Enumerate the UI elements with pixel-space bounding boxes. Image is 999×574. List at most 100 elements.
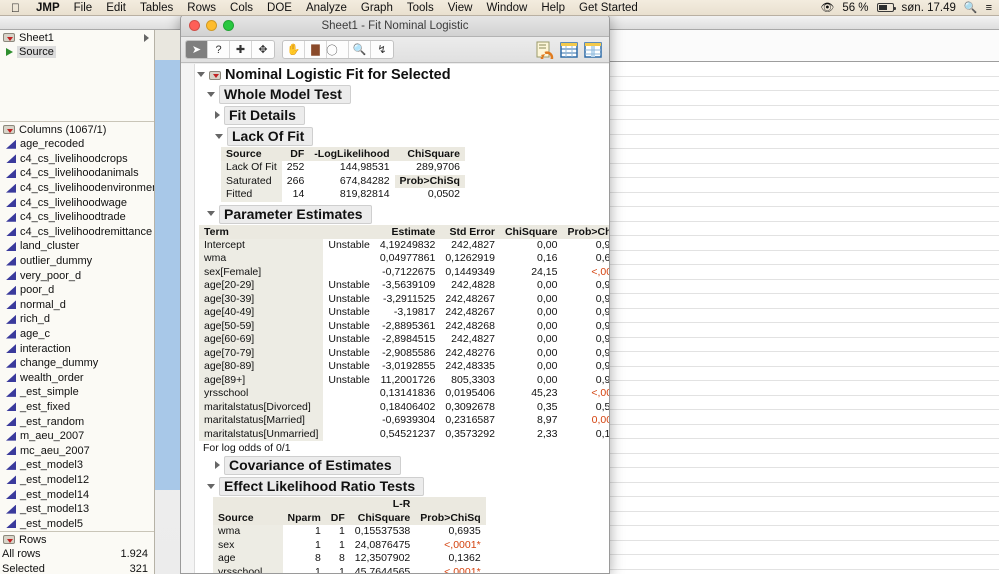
toolbar-right-icons[interactable] [535, 40, 605, 60]
menu-item-doe[interactable]: DOE [260, 0, 299, 16]
window-toolbar[interactable]: ➤ ? ✚ ✥ ✋ ▇ ⃝ 🔍 ↯ [181, 37, 609, 63]
cell-prob: 0,5517 [562, 401, 609, 415]
column-list-item[interactable]: _est_simple [0, 385, 154, 400]
column-list-item[interactable]: rich_d [0, 312, 154, 327]
eye-icon[interactable]: 👁 [820, 1, 834, 14]
column-list-item[interactable]: mc_aeu_2007 [0, 443, 154, 458]
menu-item-analyze[interactable]: Analyze [299, 0, 354, 16]
column-list-item[interactable]: m_aeu_2007 [0, 429, 154, 444]
chevron-right-icon[interactable] [215, 111, 220, 119]
close-button[interactable] [189, 20, 200, 31]
brush-tool[interactable]: ▇ [305, 41, 327, 58]
toolbar-group-tools[interactable]: ✋ ▇ ⃝ 🔍 ↯ [282, 40, 394, 59]
red-triangle-icon[interactable] [209, 71, 221, 80]
whole-model-test-header[interactable]: Whole Model Test [195, 84, 609, 105]
green-run-triangle[interactable] [6, 48, 13, 56]
menu-item-view[interactable]: View [441, 0, 480, 16]
columns-header[interactable]: Columns (1067/1) [0, 122, 154, 137]
column-list-item[interactable]: _est_fixed [0, 400, 154, 415]
chevron-right-icon[interactable] [215, 461, 220, 469]
chevron-down-icon[interactable] [207, 484, 215, 489]
menu-item-tools[interactable]: Tools [400, 0, 441, 16]
effect-lr-tests-header[interactable]: Effect Likelihood Ratio Tests [195, 476, 609, 497]
list-icon[interactable]: ≡ [986, 2, 992, 14]
red-triangle-icon[interactable] [3, 33, 15, 42]
menu-item-window[interactable]: Window [479, 0, 534, 16]
annotate-tool[interactable]: ↯ [371, 41, 393, 58]
source-item[interactable]: Source [0, 45, 154, 60]
column-list-item[interactable]: age_recoded [0, 137, 154, 152]
lack-of-fit-header[interactable]: Lack Of Fit [195, 126, 609, 147]
columns-list[interactable]: age_recodedc4_cs_livelihoodcropsc4_cs_li… [0, 137, 154, 531]
red-triangle-icon[interactable] [3, 535, 15, 544]
search-icon[interactable]: 🔍 [964, 1, 978, 14]
sheet-header[interactable]: Sheet1 [0, 30, 154, 45]
column-list-item[interactable]: _est_model12 [0, 473, 154, 488]
column-list-item[interactable]: _est_random [0, 414, 154, 429]
menu-item-help[interactable]: Help [534, 0, 572, 16]
minimize-button[interactable] [206, 20, 217, 31]
column-list-item[interactable]: _est_model14 [0, 487, 154, 502]
source-label: Source [17, 46, 56, 58]
chevron-down-icon[interactable] [197, 72, 205, 77]
red-triangle-icon[interactable] [3, 125, 15, 134]
menu-item-file[interactable]: File [67, 0, 100, 16]
covariance-of-estimates-header[interactable]: Covariance of Estimates [195, 455, 609, 476]
column-list-item[interactable]: c4_cs_livelihoodtrade [0, 210, 154, 225]
data-table-icon[interactable] [559, 40, 579, 60]
crosshair-tool[interactable]: ✚ [230, 41, 252, 58]
column-list-item[interactable]: c4_cs_livelihoodremittance [0, 225, 154, 240]
rows-header[interactable]: Rows [0, 532, 154, 547]
column-list-item[interactable]: c4_cs_livelihoodwage [0, 195, 154, 210]
lasso-tool[interactable]: ⃝ [327, 41, 349, 58]
menu-item-edit[interactable]: Edit [99, 0, 133, 16]
report-content[interactable]: Nominal Logistic Fit for Selected Whole … [181, 64, 609, 573]
column-list-item[interactable]: _est_model13 [0, 502, 154, 517]
column-list-item[interactable]: land_cluster [0, 239, 154, 254]
grabber-hand-tool[interactable]: ✋ [283, 41, 305, 58]
cell-prob: 0,1271 [562, 428, 609, 442]
toolbar-group-navigation[interactable]: ➤ ? ✚ ✥ [185, 40, 275, 59]
menu-item-rows[interactable]: Rows [180, 0, 223, 16]
column-list-item[interactable]: very_poor_d [0, 268, 154, 283]
chevron-down-icon[interactable] [207, 211, 215, 216]
menu-bar[interactable]:  JMP File Edit Tables Rows Cols DOE Ana… [0, 0, 999, 16]
window-titlebar[interactable]: Sheet1 - Fit Nominal Logistic [181, 15, 609, 37]
chevron-right-icon[interactable] [144, 34, 149, 42]
column-list-item[interactable]: c4_cs_livelihoodcrops [0, 152, 154, 167]
column-list-item[interactable]: age_c [0, 327, 154, 342]
column-list-item[interactable]: outlier_dummy [0, 254, 154, 269]
move-tool[interactable]: ✥ [252, 41, 274, 58]
arrow-select-tool[interactable]: ➤ [186, 41, 208, 58]
chevron-down-icon[interactable] [215, 134, 223, 139]
column-list-item[interactable]: _est_model3 [0, 458, 154, 473]
menu-item-cols[interactable]: Cols [223, 0, 260, 16]
column-list-item[interactable]: normal_d [0, 298, 154, 313]
column-list-item[interactable]: change_dummy [0, 356, 154, 371]
clock-label[interactable]: søn. 17.49 [902, 0, 956, 16]
fit-details-header[interactable]: Fit Details [195, 105, 609, 126]
zoom-button[interactable] [223, 20, 234, 31]
report-root-header[interactable]: Nominal Logistic Fit for Selected [195, 66, 609, 84]
column-list-item[interactable]: c4_cs_livelihoodenvironment [0, 181, 154, 196]
magnifier-tool[interactable]: 🔍 [349, 41, 371, 58]
traffic-lights[interactable] [181, 20, 234, 31]
fit-nominal-logistic-window[interactable]: Sheet1 - Fit Nominal Logistic ➤ ? ✚ ✥ ✋ … [180, 14, 610, 574]
menu-item-graph[interactable]: Graph [354, 0, 400, 16]
column-list-item[interactable]: c4_cs_livelihoodanimals [0, 166, 154, 181]
cell-prob: 0,1362 [415, 552, 485, 566]
column-list-item[interactable]: _est_model5 [0, 516, 154, 531]
column-list-item[interactable]: interaction [0, 341, 154, 356]
column-list-item[interactable]: poor_d [0, 283, 154, 298]
menu-item-get-started[interactable]: Get Started [572, 0, 645, 16]
menu-item-tables[interactable]: Tables [133, 0, 180, 16]
chevron-down-icon[interactable] [207, 92, 215, 97]
row-selection-strip[interactable] [155, 60, 180, 574]
help-tool[interactable]: ? [208, 41, 230, 58]
column-list-item[interactable]: wealth_order [0, 371, 154, 386]
rerun-script-icon[interactable] [535, 40, 555, 60]
column-table-icon[interactable] [583, 40, 603, 60]
apple-icon[interactable]:  [0, 2, 29, 14]
menu-item-jmp[interactable]: JMP [29, 0, 67, 16]
parameter-estimates-header[interactable]: Parameter Estimates [195, 204, 609, 225]
